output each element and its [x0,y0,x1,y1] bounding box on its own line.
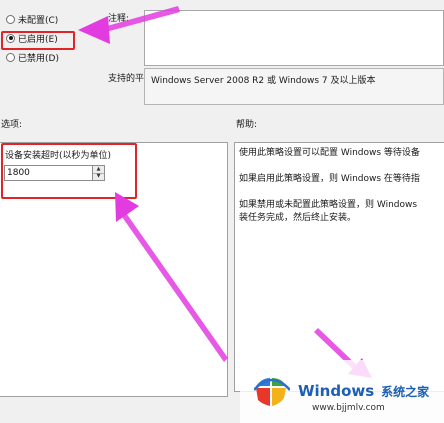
arrow-to-enabled-icon [78,6,180,44]
watermark-brand: Windows [298,382,375,400]
windows-logo-icon [254,378,290,406]
watermark: Windows 系统之家 www.bjjmlv.com [240,360,444,423]
watermark-url: www.bjjmlv.com [312,403,385,413]
watermark-suffix: 系统之家 [381,385,430,399]
watermark-title: Windows 系统之家 [298,382,429,400]
arrow-to-timeout-icon [115,192,228,362]
